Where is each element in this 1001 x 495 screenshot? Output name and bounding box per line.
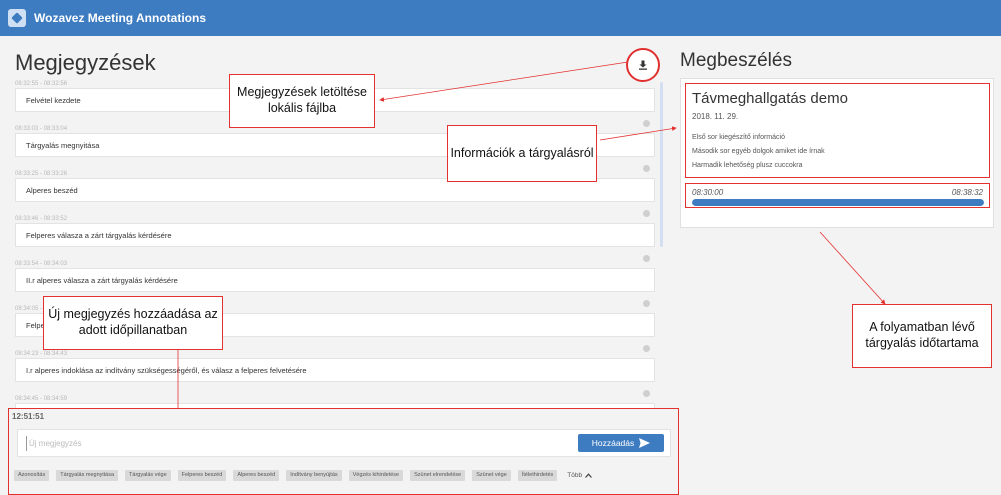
more-label: Több <box>567 472 583 479</box>
note-dot-icon[interactable] <box>643 210 650 217</box>
current-time: 12:51:51 <box>12 412 45 421</box>
note-text: Alperes beszéd <box>26 185 78 195</box>
quick-tag[interactable]: Indítvány benyújtás <box>286 470 342 481</box>
quick-tag[interactable]: Felperes beszéd <box>177 470 227 481</box>
info-line: Második sor egyéb dolgok amiket ide írna… <box>692 148 825 155</box>
add-note-button[interactable]: Hozzáadás <box>578 434 664 452</box>
quick-tag[interactable]: Alperes beszéd <box>233 470 280 481</box>
more-tags-button[interactable]: Több <box>567 472 593 479</box>
callout-download: Megjegyzések letöltése lokális fájlba <box>229 74 375 128</box>
quick-tag[interactable]: Végzés kihirdetése <box>348 470 404 481</box>
note-item: 08:33:46 - 08:33:52 Felperes válasza a z… <box>15 210 655 247</box>
note-text: Felperes válasza a zárt tárgyalás kérdés… <box>26 230 172 240</box>
download-button[interactable] <box>634 56 652 74</box>
notes-panel-title: Megjegyzések <box>15 50 156 75</box>
note-text: Felvétel kezdete <box>26 95 81 105</box>
note-card[interactable]: I.r alperes indoklása az indítvány szüks… <box>15 345 655 382</box>
chevron-up-icon <box>585 473 593 478</box>
callout-new-note: Új megjegyzés hozzáadása az adott időpil… <box>43 296 223 350</box>
end-time: 08:38:32 <box>951 188 983 197</box>
duration-progress-fill <box>692 199 984 206</box>
start-time: 08:30:00 <box>692 188 724 197</box>
info-line: Harmadik lehetőség plusz cuccokra <box>692 162 803 169</box>
note-dot-icon[interactable] <box>643 345 650 352</box>
note-text: Tárgyalás megnyitása <box>26 140 100 150</box>
quick-tag[interactable]: Tárgyalás vége <box>125 470 171 481</box>
notes-scrollbar[interactable] <box>660 82 663 247</box>
meeting-info-card: Távmeghallgatás demo 2018. 11. 29. Első … <box>680 78 994 228</box>
download-highlight <box>626 48 660 82</box>
note-time: 08:33:46 - 08:33:52 <box>15 216 68 222</box>
note-text: I.r alperes indoklása az indítvány szüks… <box>26 365 307 375</box>
note-item: 08:33:54 - 08:34:03 II.r alperes válasza… <box>15 255 655 292</box>
duration-progress <box>692 199 984 206</box>
duration-highlight: 08:30:00 08:38:32 <box>685 183 990 208</box>
callout-duration: A folyamatban lévő tárgyalás időtartama <box>852 304 992 368</box>
quick-tag[interactable]: Tárgyalás megnyitása <box>56 470 119 481</box>
info-line: Első sor kiegészítő információ <box>692 134 785 141</box>
callout-info: Információk a tárgyalásról <box>447 125 597 182</box>
quick-tag[interactable]: Ítélethirdetés <box>517 470 558 481</box>
meeting-info-highlight: Távmeghallgatás demo 2018. 11. 29. Első … <box>685 83 990 178</box>
meeting-panel-title: Megbeszélés <box>680 50 792 71</box>
app-logo-icon <box>8 9 26 27</box>
hearing-title: Távmeghallgatás demo <box>692 90 848 107</box>
note-time: 08:33:54 - 08:34:03 <box>15 261 68 267</box>
note-composer: 12:51:51 Hozzáadás Azonosítás Tárgyalás … <box>8 408 679 495</box>
main-area: Megjegyzések Megbeszélés 08:32:55 - 08:3… <box>0 36 1001 495</box>
send-icon <box>639 438 651 448</box>
note-card[interactable]: II.r alperes válasza a zárt tárgyalás ké… <box>15 255 655 292</box>
quick-tag[interactable]: Szünet vége <box>472 470 511 481</box>
app-title: Wozavez Meeting Annotations <box>34 11 207 25</box>
quick-tags: Azonosítás Tárgyalás megnyitása Tárgyalá… <box>14 470 593 481</box>
note-time: 08:34:23 - 08:34:43 <box>15 351 68 357</box>
add-note-label: Hozzáadás <box>591 438 635 448</box>
note-dot-icon[interactable] <box>643 255 650 262</box>
note-item: 08:34:23 - 08:34:43 I.r alperes indoklás… <box>15 345 655 382</box>
note-card[interactable]: Felperes válasza a zárt tárgyalás kérdés… <box>15 210 655 247</box>
note-time: 08:34:45 - 08:34:59 <box>15 396 68 402</box>
note-dot-icon[interactable] <box>643 390 650 397</box>
hearing-date: 2018. 11. 29. <box>692 112 739 121</box>
new-note-input[interactable] <box>26 436 426 451</box>
note-dot-icon[interactable] <box>643 120 650 127</box>
title-bar: Wozavez Meeting Annotations <box>0 0 1001 36</box>
note-dot-icon[interactable] <box>643 300 650 307</box>
download-icon <box>639 60 647 70</box>
quick-tag[interactable]: Azonosítás <box>14 470 50 481</box>
quick-tag[interactable]: Szünet elrendelése <box>410 470 466 481</box>
note-text: II.r alperes válasza a zárt tárgyalás ké… <box>26 275 178 285</box>
note-dot-icon[interactable] <box>643 165 650 172</box>
note-input-wrapper: Hozzáadás <box>17 429 671 457</box>
